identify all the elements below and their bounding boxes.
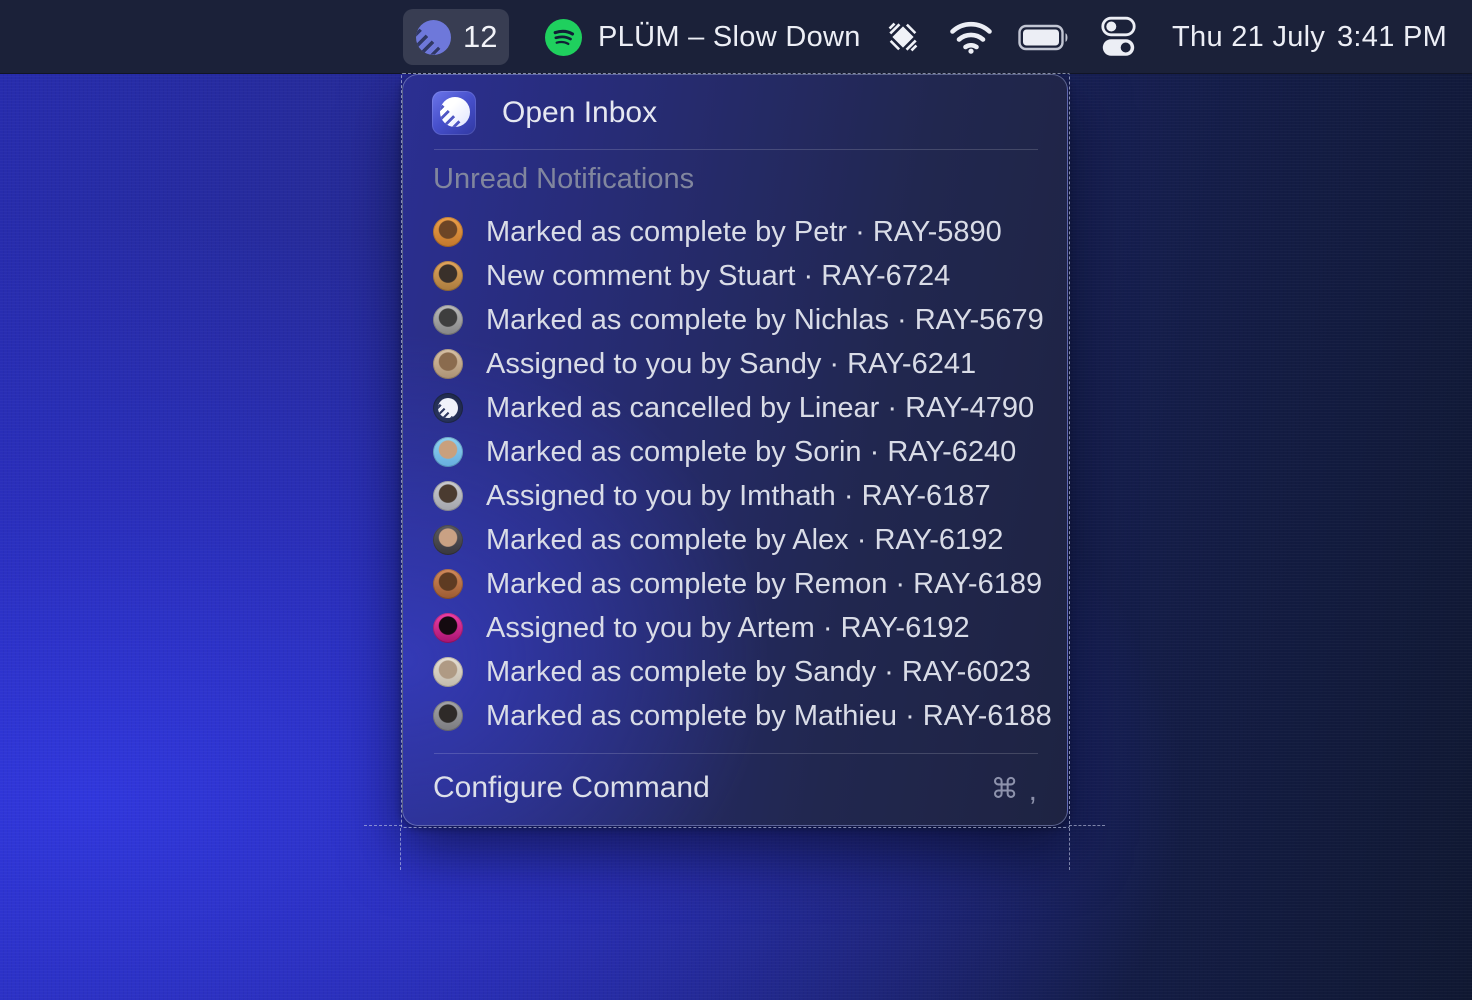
marquee-extension <box>400 828 401 870</box>
menubar-item-linear[interactable]: 12 <box>403 9 509 65</box>
striped-diamond-icon <box>882 15 924 59</box>
marquee-extension <box>364 825 402 826</box>
notification-row[interactable]: Marked as complete by Remon · RAY-6189 <box>433 562 1043 606</box>
divider <box>434 149 1038 150</box>
now-playing-label: PLÜM – Slow Down <box>598 21 861 54</box>
menubar-item-time[interactable]: 3:41 PM <box>1337 0 1447 74</box>
unread-notifications-heading: Unread Notifications <box>433 163 694 196</box>
avatar <box>433 613 463 643</box>
avatar <box>433 305 463 335</box>
notification-text: Marked as complete by Sandy · RAY-6023 <box>486 656 1031 689</box>
spotify-icon <box>545 19 582 56</box>
notification-row[interactable]: Marked as cancelled by Linear · RAY-4790 <box>433 386 1043 430</box>
notification-text: Marked as cancelled by Linear · RAY-4790 <box>486 392 1034 425</box>
avatar <box>433 217 463 247</box>
notification-row[interactable]: Marked as complete by Mathieu · RAY-6188 <box>433 694 1043 738</box>
avatar <box>433 393 463 423</box>
linear-logo-icon <box>416 20 451 55</box>
command-key-icon: ⌘ <box>991 772 1019 805</box>
menu-bar: 12 PLÜM – Slow Down <box>0 0 1472 74</box>
notification-row[interactable]: New comment by Stuart · RAY-6724 <box>433 254 1043 298</box>
open-inbox-menu-item[interactable]: Open Inbox <box>432 91 657 135</box>
notification-text: Assigned to you by Artem · RAY-6192 <box>486 612 970 645</box>
open-inbox-label: Open Inbox <box>502 96 657 130</box>
menubar-item-battery[interactable] <box>1018 0 1070 74</box>
avatar <box>433 569 463 599</box>
avatar <box>433 701 463 731</box>
avatar <box>433 349 463 379</box>
notification-text: Marked as complete by Sorin · RAY-6240 <box>486 436 1016 469</box>
notification-text: Assigned to you by Sandy · RAY-6241 <box>486 348 976 381</box>
menubar-item-spotify[interactable]: PLÜM – Slow Down <box>545 0 861 74</box>
wifi-icon <box>948 19 994 55</box>
menubar-date: Thu 21 July <box>1172 21 1325 54</box>
menubar-item-striped-diamond[interactable] <box>882 0 924 74</box>
notification-row[interactable]: Assigned to you by Artem · RAY-6192 <box>433 606 1043 650</box>
configure-command-label: Configure Command <box>433 771 991 805</box>
notification-row[interactable]: Marked as complete by Alex · RAY-6192 <box>433 518 1043 562</box>
marquee-extension <box>1069 825 1105 826</box>
configure-command-menu-item[interactable]: Configure Command ⌘ , <box>403 765 1067 811</box>
battery-icon <box>1018 24 1070 51</box>
avatar <box>433 657 463 687</box>
notification-list: Marked as complete by Petr · RAY-5890 New… <box>433 210 1043 738</box>
avatar <box>433 261 463 291</box>
notification-row[interactable]: Marked as complete by Petr · RAY-5890 <box>433 210 1043 254</box>
notification-text: Marked as complete by Remon · RAY-6189 <box>486 568 1042 601</box>
avatar <box>433 481 463 511</box>
notification-text: Marked as complete by Mathieu · RAY-6188 <box>486 700 1052 733</box>
notification-row[interactable]: Assigned to you by Sandy · RAY-6241 <box>433 342 1043 386</box>
linear-unread-count: 12 <box>463 19 497 55</box>
keyboard-shortcut: ⌘ , <box>991 771 1037 805</box>
notification-text: Marked as complete by Petr · RAY-5890 <box>486 216 1002 249</box>
marquee-extension <box>1069 828 1070 870</box>
menubar-item-control-center[interactable] <box>1101 0 1136 74</box>
avatar <box>433 437 463 467</box>
divider <box>434 753 1038 754</box>
notification-text: New comment by Stuart · RAY-6724 <box>486 260 950 293</box>
control-center-icon <box>1101 16 1136 58</box>
notification-text: Marked as complete by Nichlas · RAY-5679 <box>486 304 1044 337</box>
notification-text: Marked as complete by Alex · RAY-6192 <box>486 524 1003 557</box>
notification-row[interactable]: Marked as complete by Sorin · RAY-6240 <box>433 430 1043 474</box>
notification-row[interactable]: Assigned to you by Imthath · RAY-6187 <box>433 474 1043 518</box>
shortcut-key: , <box>1029 774 1037 808</box>
menubar-time: 3:41 PM <box>1337 21 1447 54</box>
linear-notifications-popover: Open Inbox Unread Notifications Marked a… <box>402 74 1068 826</box>
menubar-item-wifi[interactable] <box>948 0 994 74</box>
notification-row[interactable]: Marked as complete by Nichlas · RAY-5679 <box>433 298 1043 342</box>
notification-row[interactable]: Marked as complete by Sandy · RAY-6023 <box>433 650 1043 694</box>
notification-text: Assigned to you by Imthath · RAY-6187 <box>486 480 991 513</box>
linear-app-icon <box>432 91 476 135</box>
menubar-item-clock[interactable]: Thu 21 July <box>1172 0 1325 74</box>
avatar <box>433 525 463 555</box>
